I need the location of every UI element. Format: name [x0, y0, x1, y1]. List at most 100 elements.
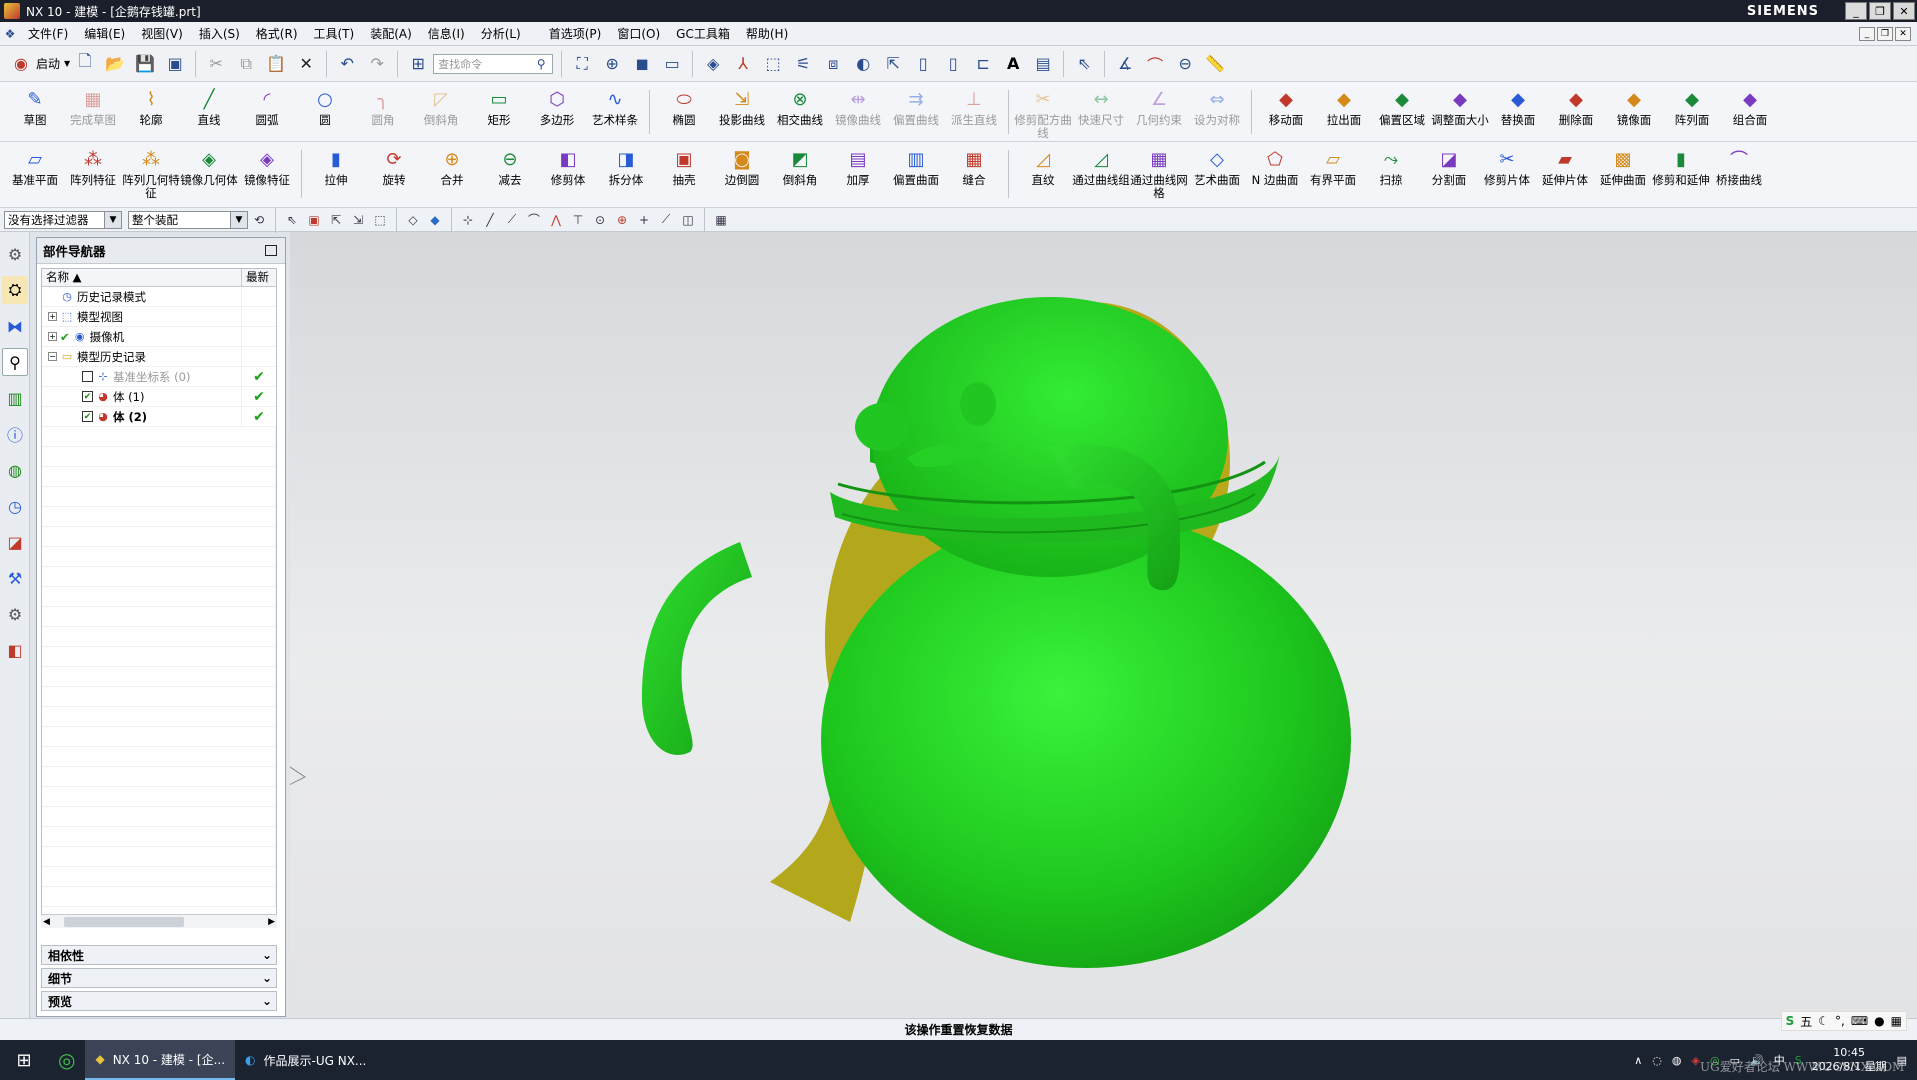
ribbon1-tool[interactable]: ⌇ 轮廓 [122, 82, 180, 127]
menu-tools[interactable]: 工具(T) [306, 25, 363, 42]
ribbon2-tool[interactable]: ◧ 修剪体 [539, 142, 597, 187]
constraint-navigator-icon[interactable]: ⧓ [2, 312, 28, 340]
ribbon1-tool[interactable]: ⇲ 投影曲线 [713, 82, 771, 127]
snap-control-icon[interactable]: ⋀ [547, 211, 565, 229]
snap-endpoint-icon[interactable]: ⊹ [459, 211, 477, 229]
ribbon1-tool[interactable]: ⬭ 椭圆 [655, 82, 713, 127]
snap-quadrant-icon[interactable]: ⊕ [613, 211, 631, 229]
wechat-icon[interactable]: ◎ [48, 1040, 85, 1080]
ribbon2-tool[interactable]: ◿ 通过曲线组 [1072, 142, 1130, 187]
tree-row[interactable]: + ⬚ 模型视图 [42, 306, 276, 327]
ribbon2-tool[interactable]: ◿ 直纹 [1014, 142, 1072, 187]
ribbon1-tool[interactable]: ⬡ 多边形 [528, 82, 586, 127]
menu-file[interactable]: 文件(F) [20, 25, 76, 42]
taskbar-app-nx[interactable]: ◆ NX 10 - 建模 - [企... [85, 1040, 236, 1080]
type-filter-dropdown[interactable]: 没有选择过滤器 [4, 210, 122, 229]
snap-tangent-icon[interactable]: ⟋ [657, 211, 675, 229]
fit-view-icon[interactable]: ⛶ [570, 52, 594, 76]
ribbon1-tool[interactable]: ✎ 草图 [6, 82, 64, 127]
moon-icon[interactable]: ☾ [1818, 1014, 1829, 1028]
menu-assemblies[interactable]: 装配(A) [362, 25, 420, 42]
ribbon1-tool[interactable]: ⊗ 相交曲线 [771, 82, 829, 127]
arc-measure-icon[interactable]: ⌒ [1143, 52, 1167, 76]
ribbon2-tool[interactable]: ◪ 分割面 [1420, 142, 1478, 187]
new-file-icon[interactable]: 🗋 [73, 51, 97, 76]
command-finder-icon[interactable]: ⊞ [406, 52, 430, 76]
menu-preferences[interactable]: 首选项(P) [541, 25, 610, 42]
cylinder-icon[interactable]: ▯ [911, 52, 935, 76]
menu-edit[interactable]: 编辑(E) [76, 25, 133, 42]
angle-icon[interactable]: ∡ [1113, 52, 1137, 76]
ribbon1-tool[interactable]: ⇉ 偏置曲线 [887, 82, 945, 127]
section-details[interactable]: 细节 ⌄ [41, 968, 277, 988]
menu-window[interactable]: 窗口(O) [609, 25, 668, 42]
ribbon2-tool[interactable]: ⤳ 扫掠 [1362, 142, 1420, 187]
ribbon2-tool[interactable]: ⊕ 合并 [423, 142, 481, 187]
scroll-thumb[interactable] [63, 916, 184, 927]
snap-curve-icon[interactable]: ⌒ [525, 211, 543, 229]
ribbon1-tool[interactable]: ○ 圆 [296, 82, 354, 127]
ribbon1-tool[interactable]: ∿ 艺术样条 [586, 82, 644, 127]
menu-format[interactable]: 格式(R) [248, 25, 306, 42]
ribbon2-tool[interactable]: ▤ 加厚 [829, 142, 887, 187]
collapse-icon[interactable]: − [48, 352, 57, 361]
taskbar-app-edge[interactable]: ◐ 作品展示-UG NX... [235, 1040, 376, 1080]
selection-icon[interactable]: ⇖ [1072, 52, 1096, 76]
ribbon1-tool[interactable]: ◆ 拉出面 [1315, 82, 1373, 127]
menu-view[interactable]: 视图(V) [133, 25, 191, 42]
punctuation-icon[interactable]: °, [1835, 1014, 1845, 1028]
start-menu-button[interactable]: 启动 [36, 55, 60, 72]
rectangle-select-icon[interactable]: ⬚ [371, 211, 389, 229]
ribbon2-tool[interactable]: ◨ 拆分体 [597, 142, 655, 187]
tree-row[interactable]: ✔ ◕ 体 (2) ✔ [42, 406, 276, 427]
save-as-icon[interactable]: ▣ [163, 52, 187, 76]
ribbon2-tool[interactable]: ◇ 艺术曲面 [1188, 142, 1246, 187]
shaded-icon[interactable]: ◇ [404, 211, 422, 229]
ribbon1-tool[interactable]: ▦ 完成草图 [64, 82, 122, 127]
ribbon2-tool[interactable]: ⁂ 阵列几何特征 [122, 142, 180, 200]
ribbon1-tool[interactable]: ✂ 修剪配方曲线 [1014, 82, 1072, 140]
maximize-panel-icon[interactable] [265, 245, 277, 256]
restore-button[interactable]: ❐ [1869, 2, 1891, 20]
section-view-icon[interactable]: ⊖ [1173, 52, 1197, 76]
shaded-with-edges-icon[interactable]: ◼ [630, 52, 654, 76]
ribbon2-tool[interactable]: ▰ 延伸片体 [1536, 142, 1594, 187]
ribbon1-tool[interactable]: ◆ 阵列面 [1663, 82, 1721, 127]
transform-icon[interactable]: ⇱ [881, 52, 905, 76]
visibility-checkbox[interactable]: ✔ [82, 391, 93, 402]
snap-line-icon[interactable]: ╱ [481, 211, 499, 229]
search-icon[interactable]: ⚲ [529, 52, 553, 76]
ruler-icon[interactable]: 📏 [1203, 52, 1227, 76]
tree-row[interactable]: + ✔ ◉ 摄像机 [42, 326, 276, 347]
ribbon2-tool[interactable]: ◩ 倒斜角 [771, 142, 829, 187]
ribbon1-tool[interactable]: ◆ 调整面大小 [1431, 82, 1489, 127]
selection-scope-dropdown[interactable]: 整个装配 [128, 210, 248, 229]
tree-row[interactable]: ◷ 历史记录模式 [42, 286, 276, 307]
ribbon1-tool[interactable]: ◆ 镜像面 [1605, 82, 1663, 127]
windows-start-icon[interactable]: ⊞ [0, 1040, 48, 1080]
keyboard-icon[interactable]: ⌨ [1851, 1014, 1868, 1028]
mdi-minimize-button[interactable]: _ [1859, 26, 1875, 41]
ime-toolbar[interactable]: S 五 ☾ °, ⌨ ● ▦ [1780, 1011, 1907, 1031]
wcs-icon[interactable]: ⅄ [731, 52, 755, 76]
text-icon[interactable]: A [1001, 52, 1025, 76]
visible-check-icon[interactable]: ✔ [60, 330, 70, 344]
manufacturing-wizard-icon[interactable]: ⚙ [2, 600, 28, 628]
system-materials-icon[interactable]: ◪ [2, 528, 28, 556]
ribbon2-tool[interactable]: ▣ 抽壳 [655, 142, 713, 187]
horizontal-scrollbar[interactable]: ◀ ▶ [41, 914, 277, 928]
assembly-navigator-icon[interactable]: ⛭ [2, 276, 28, 304]
ribbon2-tool[interactable]: ◈ 镜像特征 [238, 142, 296, 187]
menu-gc-toolkit[interactable]: GC工具箱 [668, 25, 738, 42]
snap-center-icon[interactable]: ⊙ [591, 211, 609, 229]
show-hide-icon[interactable]: ◐ [851, 52, 875, 76]
tray-app-icon[interactable]: ◍ [1672, 1054, 1682, 1067]
ribbon1-tool[interactable]: ◜ 圆弧 [238, 82, 296, 127]
ribbon2-tool[interactable]: ▦ 缝合 [945, 142, 1003, 187]
chevron-down-icon[interactable]: ▼ [64, 59, 70, 68]
ribbon2-tool[interactable]: ✂ 修剪片体 [1478, 142, 1536, 187]
tree-row[interactable]: − ▭ 模型历史记录 [42, 346, 276, 367]
ribbon2-tool[interactable]: ⬠ N 边曲面 [1246, 142, 1304, 187]
ribbon1-tool[interactable]: ▭ 矩形 [470, 82, 528, 127]
move-object-icon[interactable]: ⬚ [761, 52, 785, 76]
